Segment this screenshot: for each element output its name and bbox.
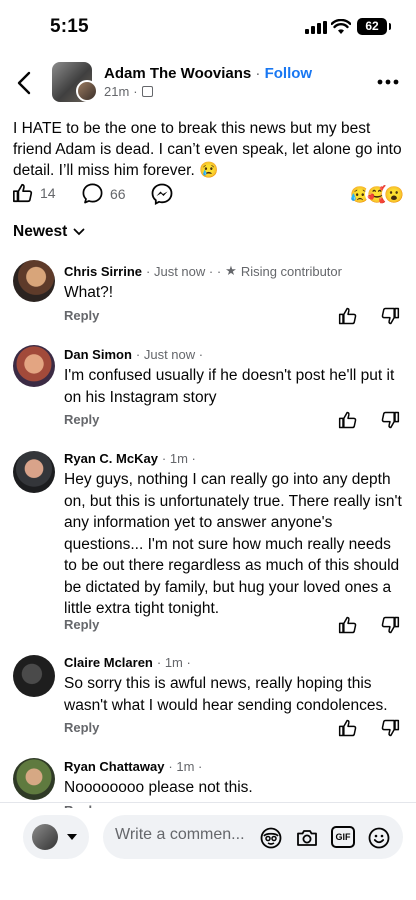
back-arrow-icon[interactable] <box>14 70 36 96</box>
reaction-summary[interactable]: 😥 🥰 😮 <box>348 183 404 205</box>
gif-icon[interactable]: GIF <box>331 826 355 848</box>
comment-box: GIF <box>103 815 403 859</box>
emoji-icon[interactable] <box>367 826 391 850</box>
audience-icon <box>141 86 153 97</box>
battery-icon: 62 <box>357 18 391 35</box>
comment-header: Chris Sirrine · Just now · · ★ Rising co… <box>64 263 342 279</box>
signal-icon <box>305 21 327 34</box>
status-bar: 5:15 62 <box>0 0 416 52</box>
thumbs-up-icon[interactable] <box>338 718 358 738</box>
messenger-share-icon[interactable] <box>150 182 174 206</box>
comment-button[interactable]: 66 <box>81 182 126 205</box>
user-avatar <box>32 824 58 850</box>
commenter-avatar[interactable] <box>13 451 55 493</box>
comment-time: · 1m · <box>168 759 203 774</box>
post-time[interactable]: 21m <box>104 84 129 99</box>
thumbs-up-icon <box>13 183 33 203</box>
comment-text: What?! <box>64 284 114 301</box>
comment-header: Ryan C. McKay · 1m · <box>64 451 196 466</box>
thumbs-up-icon[interactable] <box>338 410 358 430</box>
post-author-name[interactable]: Adam The Woovians <box>104 65 251 82</box>
reply-button[interactable]: Reply <box>64 412 99 427</box>
thumbs-down-icon[interactable] <box>380 718 400 738</box>
comment-bubble-icon <box>82 183 103 204</box>
caret-down-icon <box>67 834 77 840</box>
comment-header: Ryan Chattaway · 1m · <box>64 759 202 774</box>
comment-header: Claire Mclaren · 1m · <box>64 655 191 670</box>
thumbs-down-icon[interactable] <box>380 410 400 430</box>
commenter-name[interactable]: Claire Mclaren <box>64 655 153 670</box>
comment-time: · Just now · · <box>146 263 222 279</box>
reply-button[interactable]: Reply <box>64 720 99 735</box>
status-time: 5:15 <box>50 16 89 37</box>
commenter-avatar[interactable] <box>13 260 55 302</box>
comment-text: So sorry this is awful news, really hopi… <box>64 675 388 714</box>
reply-button[interactable]: Reply <box>64 308 99 323</box>
post-author-line: Adam The Woovians · Follow <box>104 65 312 82</box>
star-badge-icon: ★ <box>225 263 237 278</box>
reply-button[interactable]: Reply <box>64 617 99 632</box>
like-button[interactable]: 14 <box>12 182 56 204</box>
commenter-avatar[interactable] <box>13 655 55 697</box>
comment-text: Hey guys, nothing I can really go into a… <box>64 471 402 617</box>
commenter-name[interactable]: Ryan Chattaway <box>64 759 164 774</box>
more-options-icon[interactable] <box>376 72 400 92</box>
account-switcher[interactable] <box>23 815 89 859</box>
thumbs-down-icon[interactable] <box>380 306 400 326</box>
comment-sort-dropdown[interactable]: Newest <box>13 223 85 241</box>
contributor-badge: Rising contributor <box>240 263 342 279</box>
post-header: Adam The Woovians · Follow 21m · <box>0 58 416 108</box>
post-meta: 21m · <box>104 84 153 99</box>
sort-label: Newest <box>13 223 68 240</box>
thumbs-up-icon[interactable] <box>338 306 358 326</box>
chevron-down-icon <box>73 228 85 236</box>
comment-time: · Just now · <box>135 347 204 362</box>
camera-icon[interactable] <box>295 826 319 850</box>
post-actions: 14 66 😥 🥰 😮 <box>0 180 416 210</box>
comment-input[interactable] <box>115 826 255 844</box>
author-avatar <box>76 80 98 102</box>
thumbs-up-icon[interactable] <box>338 615 358 635</box>
group-avatar[interactable] <box>52 62 98 102</box>
composer-divider <box>0 802 416 803</box>
follow-button[interactable]: Follow <box>265 65 313 82</box>
meta-dot: · <box>133 84 138 99</box>
commenter-avatar[interactable] <box>13 758 55 800</box>
comment-text: I'm confused usually if he doesn't post … <box>64 367 395 406</box>
wifi-icon <box>331 19 351 34</box>
commenter-name[interactable]: Chris Sirrine <box>64 264 142 279</box>
commenter-avatar[interactable] <box>13 345 55 387</box>
avatar-sticker-icon[interactable] <box>259 826 283 850</box>
thumbs-down-icon[interactable] <box>380 615 400 635</box>
post-text: I HATE to be the one to break this news … <box>13 120 402 179</box>
comment-text: Noooooooo please not this. <box>64 779 253 796</box>
reply-button[interactable]: Reply <box>64 803 99 808</box>
comment-count: 66 <box>110 185 126 202</box>
wow-reaction-icon: 😮 <box>382 183 404 205</box>
comment-header: Dan Simon · Just now · <box>64 347 203 362</box>
separator: · <box>255 65 261 82</box>
comment-time: · 1m · <box>161 451 196 466</box>
commenter-name[interactable]: Dan Simon <box>64 347 132 362</box>
like-count: 14 <box>40 185 56 201</box>
commenter-name[interactable]: Ryan C. McKay <box>64 451 158 466</box>
comment-composer: GIF <box>0 810 416 866</box>
comment-time: · 1m · <box>156 655 191 670</box>
